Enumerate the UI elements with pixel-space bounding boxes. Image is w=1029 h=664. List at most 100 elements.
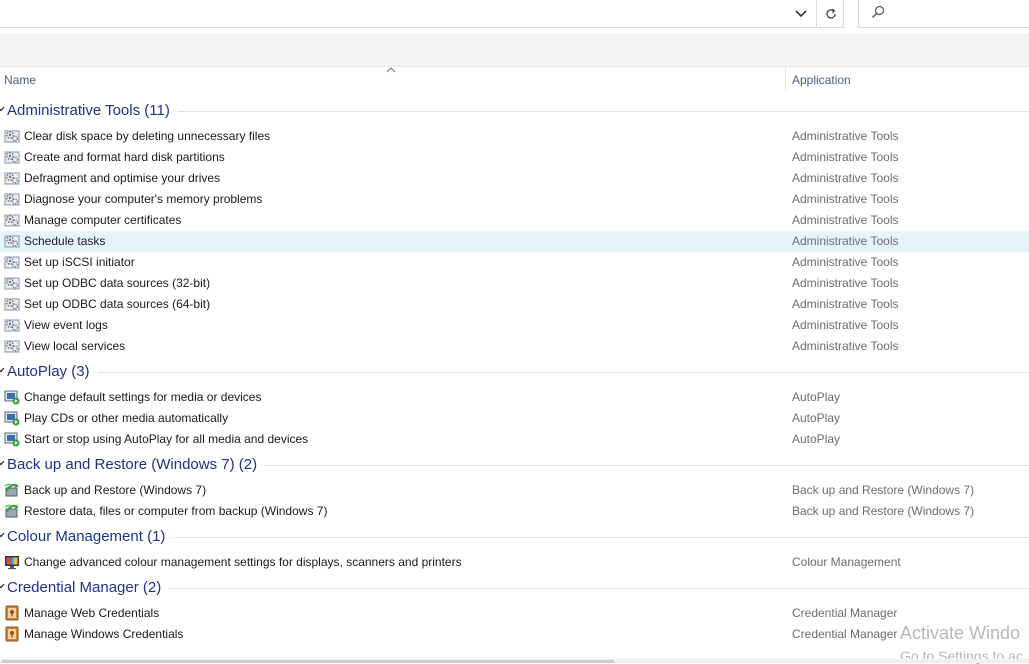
item-application: AutoPlay	[792, 411, 841, 425]
list-item[interactable]: Play CDs or other media automatically Aut…	[0, 408, 1029, 429]
activation-watermark-title: Activate Windo	[900, 623, 1021, 643]
column-header-name[interactable]: Name	[4, 73, 36, 87]
list-item[interactable]: View event logs Administrative Tools	[0, 315, 1029, 336]
group-title[interactable]: Credential Manager (2)	[7, 579, 161, 596]
item-application: Administrative Tools	[792, 297, 899, 311]
list-item[interactable]: Change advanced colour management settin…	[0, 552, 1029, 573]
backup-restore-icon	[4, 482, 20, 498]
chevron-down-icon[interactable]	[0, 106, 5, 112]
admin-tools-icon	[4, 128, 20, 144]
list-item[interactable]: Change default settings for media or dev…	[0, 387, 1029, 408]
chevron-down-icon[interactable]	[0, 460, 5, 466]
item-name[interactable]: Manage computer certificates	[24, 213, 181, 227]
admin-tools-icon	[4, 233, 20, 249]
item-application: Administrative Tools	[792, 129, 899, 143]
sort-ascending-icon	[386, 67, 396, 73]
item-name[interactable]: Set up iSCSI initiator	[24, 255, 135, 269]
item-name[interactable]: Change default settings for media or dev…	[24, 390, 261, 404]
item-name[interactable]: Set up ODBC data sources (64-bit)	[24, 297, 210, 311]
item-name[interactable]: Start or stop using AutoPlay for all med…	[24, 432, 308, 446]
group-divider	[98, 372, 1029, 373]
item-name[interactable]: Clear disk space by deleting unnecessary…	[24, 129, 270, 143]
list-item[interactable]: Manage computer certificates Administrati…	[0, 210, 1029, 231]
item-application: Administrative Tools	[792, 318, 899, 332]
item-application: Back up and Restore (Windows 7)	[792, 483, 975, 497]
group-header[interactable]: Credential Manager (2)	[0, 573, 1029, 603]
address-dropdown-button[interactable]	[790, 3, 812, 25]
item-name[interactable]: Defragment and optimise your drives	[24, 171, 220, 185]
item-application: Administrative Tools	[792, 192, 899, 206]
list-item[interactable]: Restore data, files or computer from bac…	[0, 501, 1029, 522]
item-name[interactable]: Create and format hard disk partitions	[24, 150, 225, 164]
colour-management-icon	[4, 554, 20, 570]
column-header: Name Application	[0, 67, 1029, 92]
group-header[interactable]: Back up and Restore (Windows 7) (2)	[0, 450, 1029, 480]
list-item[interactable]: Schedule tasks Administrative Tools	[0, 231, 1029, 252]
item-name[interactable]: Diagnose your computer's memory problems	[24, 192, 262, 206]
admin-tools-icon	[4, 212, 20, 228]
item-application: Administrative Tools	[792, 276, 899, 290]
list-item[interactable]: Diagnose your computer's memory problems…	[0, 189, 1029, 210]
list-item[interactable]: View local services Administrative Tools	[0, 336, 1029, 357]
list-item[interactable]: Manage Web Credentials Credential Manager	[0, 603, 1029, 624]
group-title[interactable]: Back up and Restore (Windows 7) (2)	[7, 456, 257, 473]
chevron-down-icon[interactable]	[0, 583, 5, 589]
list-item[interactable]: Start or stop using AutoPlay for all med…	[0, 429, 1029, 450]
group-divider	[173, 537, 1029, 538]
list-item[interactable]: Manage Windows Credentials Credential Man…	[0, 624, 1029, 645]
group-title[interactable]: Colour Management (1)	[7, 528, 165, 545]
credential-manager-icon	[4, 605, 20, 621]
refresh-button[interactable]	[818, 0, 844, 28]
list-item[interactable]: Create and format hard disk partitions Ad…	[0, 147, 1029, 168]
autoplay-icon	[4, 431, 20, 447]
search-input[interactable]	[858, 0, 1029, 28]
item-application: Administrative Tools	[792, 171, 899, 185]
admin-tools-icon	[4, 317, 20, 333]
item-name[interactable]: Play CDs or other media automatically	[24, 411, 228, 425]
backup-restore-icon	[4, 503, 20, 519]
group-title[interactable]: AutoPlay (3)	[7, 363, 90, 380]
item-name[interactable]: Back up and Restore (Windows 7)	[24, 483, 206, 497]
admin-tools-icon	[4, 254, 20, 270]
item-application: Administrative Tools	[792, 213, 899, 227]
admin-tools-icon	[4, 338, 20, 354]
item-application: Credential Manager	[792, 606, 898, 620]
group-header[interactable]: Colour Management (1)	[0, 522, 1029, 552]
item-name[interactable]: Schedule tasks	[24, 234, 105, 248]
list-item[interactable]: Set up ODBC data sources (32-bit) Adminis…	[0, 273, 1029, 294]
list-item[interactable]: Clear disk space by deleting unnecessary…	[0, 126, 1029, 147]
item-application: Administrative Tools	[792, 339, 899, 353]
item-name[interactable]: Restore data, files or computer from bac…	[24, 504, 327, 518]
item-name[interactable]: Set up ODBC data sources (32-bit)	[24, 276, 210, 290]
item-name[interactable]: View local services	[24, 339, 125, 353]
admin-tools-icon	[4, 296, 20, 312]
admin-tools-icon	[4, 275, 20, 291]
item-name[interactable]: View event logs	[24, 318, 108, 332]
column-header-application[interactable]: Application	[792, 73, 851, 87]
list-item[interactable]: Back up and Restore (Windows 7) Back up a…	[0, 480, 1029, 501]
group-header[interactable]: Administrative Tools (11)	[0, 96, 1029, 126]
column-divider[interactable]	[785, 67, 786, 91]
group-divider	[265, 465, 1029, 466]
item-name[interactable]: Manage Web Credentials	[24, 606, 159, 620]
group-title[interactable]: Administrative Tools (11)	[7, 102, 170, 119]
chevron-down-icon[interactable]	[0, 532, 5, 538]
chevron-down-icon[interactable]	[0, 367, 5, 373]
item-name[interactable]: Change advanced colour management settin…	[24, 555, 462, 569]
list-item[interactable]: Set up iSCSI initiator Administrative Too…	[0, 252, 1029, 273]
autoplay-icon	[4, 389, 20, 405]
address-bar-area	[0, 0, 1029, 30]
credential-manager-icon	[4, 626, 20, 642]
item-name[interactable]: Manage Windows Credentials	[24, 627, 183, 641]
item-application: Colour Management	[792, 555, 901, 569]
item-application: AutoPlay	[792, 432, 841, 446]
list-item[interactable]: Set up ODBC data sources (64-bit) Adminis…	[0, 294, 1029, 315]
admin-tools-icon	[4, 191, 20, 207]
item-application: Credential Manager	[792, 627, 898, 641]
group-divider	[178, 111, 1029, 112]
toolbar-strip	[0, 34, 1029, 67]
item-application: Administrative Tools	[792, 234, 899, 248]
list-item[interactable]: Defragment and optimise your drives Admin…	[0, 168, 1029, 189]
group-header[interactable]: AutoPlay (3)	[0, 357, 1029, 387]
address-bar[interactable]	[0, 0, 817, 28]
